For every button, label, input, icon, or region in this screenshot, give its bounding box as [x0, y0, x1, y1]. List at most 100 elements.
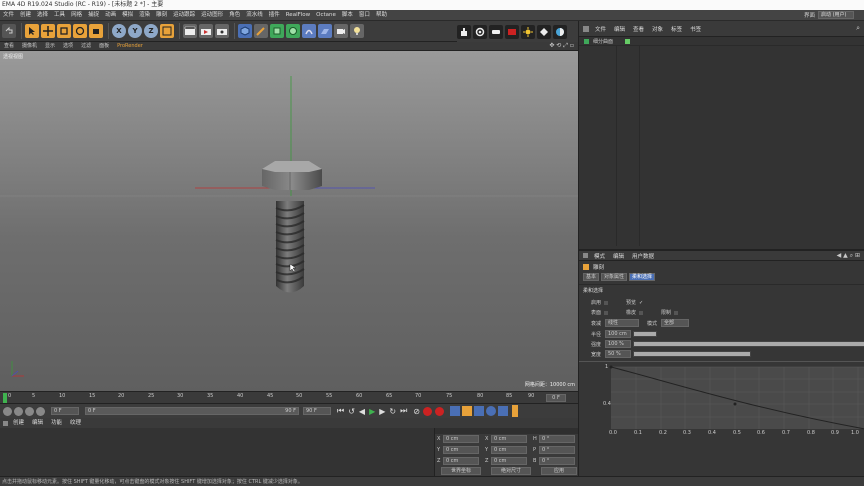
array-button[interactable] [286, 24, 300, 38]
floor-button[interactable] [318, 24, 332, 38]
play-icon[interactable]: ▶ [369, 407, 375, 416]
subtab-soft-selection[interactable]: 柔和选择 [629, 272, 656, 281]
perspective-viewport[interactable]: 透视视图 网格间距：10000 cm [0, 51, 578, 391]
subdivision-surface-button[interactable] [270, 24, 284, 38]
timeline-menu-icon[interactable] [511, 405, 518, 417]
attr-menu-userdata[interactable]: 用户数据 [628, 252, 658, 260]
end-frame-field[interactable]: 90 F [303, 407, 331, 415]
menu-character[interactable]: 角色 [226, 10, 243, 21]
y-axis-button[interactable]: Y [128, 24, 142, 38]
menu-plugins[interactable]: 插件 [266, 10, 283, 21]
prev-key-icon[interactable]: ↺ [348, 407, 355, 416]
key-scale-icon[interactable] [461, 406, 472, 416]
mode-select[interactable]: 全部 [661, 319, 690, 327]
radius-field[interactable]: 100 cm [605, 330, 631, 338]
next-key-icon[interactable]: ↻ [389, 407, 396, 416]
viewport-nav-icon[interactable]: ✥ ⟲ ⤢ ▫ [549, 42, 574, 50]
go-start-icon[interactable]: ⏮ [337, 406, 344, 416]
size-mode-select[interactable]: 绝对尺寸 [491, 466, 531, 475]
curve-point[interactable] [733, 402, 737, 406]
menu-window[interactable]: 窗口 [356, 10, 373, 21]
octane-render-button[interactable] [457, 24, 471, 39]
octane-environment-button[interactable] [553, 24, 567, 39]
pos-z-field[interactable]: 0 cm [443, 457, 479, 465]
menu-tools[interactable]: 工具 [51, 10, 68, 21]
viewport-menu-prorender[interactable]: ProRender [113, 42, 147, 51]
layout-select[interactable]: 启动 (用户) [818, 11, 854, 19]
menu-create[interactable]: 创建 [17, 10, 34, 21]
keyframe-record-icon[interactable] [3, 406, 12, 416]
menu-file[interactable]: 文件 [0, 10, 17, 21]
menu-mesh[interactable]: 网格 [68, 10, 85, 21]
menu-render[interactable]: 渲染 [136, 10, 153, 21]
octane-material-button[interactable] [473, 24, 487, 39]
object-row[interactable]: 细分曲面 [579, 37, 864, 46]
om-search-icon[interactable]: ⌕ [856, 24, 860, 33]
viewport-menu-view[interactable]: 查看 [0, 42, 18, 51]
keyframe-auto-icon[interactable] [14, 406, 23, 416]
viewport-menu-display[interactable]: 显示 [41, 42, 59, 51]
viewport-menu-filter[interactable]: 过滤 [77, 42, 95, 51]
menu-mograph[interactable]: 运动图形 [198, 10, 226, 21]
subtab-object-properties[interactable]: 对象属性 [601, 272, 628, 281]
menu-select[interactable]: 选择 [34, 10, 51, 21]
om-menu-edit[interactable]: 编辑 [610, 25, 629, 33]
step-back-icon[interactable]: ◀ [359, 407, 365, 416]
octane-camera-button[interactable] [505, 24, 519, 39]
frame-range-slider[interactable]: 0 F 90 F [85, 407, 299, 415]
om-menu-tags[interactable]: 标签 [667, 25, 686, 33]
size-z-field[interactable]: 0 cm [491, 457, 527, 465]
object-name[interactable]: 细分曲面 [593, 38, 613, 45]
z-axis-button[interactable]: Z [144, 24, 158, 38]
key-rotation-icon[interactable] [473, 406, 484, 416]
curve-point[interactable] [609, 365, 613, 369]
menu-pipeline[interactable]: 流水线 [243, 10, 266, 21]
current-frame-marker[interactable] [3, 393, 7, 403]
attr-menu-mode[interactable]: 模式 [590, 252, 609, 260]
rubber-checkbox[interactable] [639, 310, 644, 315]
recent-tool-button[interactable] [89, 24, 103, 38]
current-frame-field[interactable]: 0 F [51, 407, 79, 415]
subtab-basic[interactable]: 基本 [583, 272, 600, 281]
object-visible-check[interactable] [625, 38, 631, 44]
octane-daylight-button[interactable] [521, 24, 535, 39]
rot-h-field[interactable]: 0 ° [539, 435, 575, 443]
key-pla-icon[interactable] [497, 406, 508, 416]
key-param-icon[interactable] [485, 406, 496, 416]
menu-octane[interactable]: Octane [313, 10, 339, 21]
timeline-ruler[interactable]: 0 5 10 15 20 25 30 35 40 45 50 55 60 65 … [0, 391, 578, 403]
scale-button[interactable] [57, 24, 71, 38]
menu-sculpt[interactable]: 雕刻 [153, 10, 170, 21]
om-menu-file[interactable]: 文件 [591, 25, 610, 33]
light-button[interactable] [350, 24, 364, 38]
keyframe-selection-icon[interactable] [25, 406, 34, 416]
width-slider[interactable] [633, 351, 751, 357]
camera-button[interactable] [334, 24, 348, 38]
menu-snap[interactable]: 捕捉 [85, 10, 102, 21]
pos-x-field[interactable]: 0 cm [443, 435, 479, 443]
octane-live-viewer-button[interactable] [489, 24, 503, 39]
octane-light-button[interactable] [537, 24, 551, 39]
enable-checkbox[interactable] [604, 300, 609, 305]
width-field[interactable]: 50 % [605, 350, 631, 358]
viewport-menu-options[interactable]: 选项 [59, 42, 77, 51]
mat-menu-create[interactable]: 创建 [9, 418, 28, 428]
render-picture-viewer-button[interactable] [199, 24, 213, 38]
bolt-model[interactable] [262, 161, 322, 293]
radius-slider[interactable] [633, 331, 657, 337]
om-menu-view[interactable]: 查看 [629, 25, 648, 33]
move-button[interactable] [41, 24, 55, 38]
menu-script[interactable]: 脚本 [339, 10, 356, 21]
mat-menu-texture[interactable]: 纹理 [66, 418, 85, 428]
preview-checkbox[interactable]: ✓ [639, 300, 643, 306]
pen-spline-button[interactable] [254, 24, 268, 38]
material-area[interactable] [0, 428, 434, 476]
falloff-curve[interactable] [599, 363, 864, 439]
pos-y-field[interactable]: 0 cm [443, 446, 479, 454]
step-forward-icon[interactable]: ▶ [379, 407, 385, 416]
coord-mode-select[interactable]: 世界坐标 [441, 466, 481, 475]
timeline-end-field[interactable]: 0 F [546, 394, 566, 402]
keyframe-options-icon[interactable] [36, 406, 45, 416]
strength-field[interactable]: 100 % [605, 340, 631, 348]
deformer-button[interactable] [302, 24, 316, 38]
